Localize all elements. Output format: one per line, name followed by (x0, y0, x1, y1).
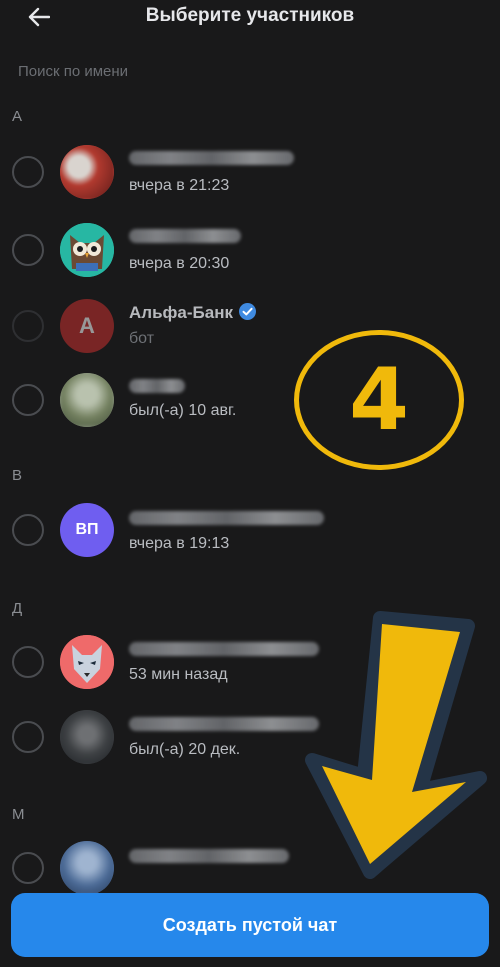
select-radio[interactable] (12, 384, 44, 416)
contact-name (129, 641, 319, 661)
contact-status: вчера в 20:30 (129, 255, 230, 272)
wolf-icon (60, 635, 114, 689)
step-number-badge: 4 (294, 330, 464, 470)
contact-name (129, 510, 324, 530)
search-input[interactable]: Поиск по имени (18, 60, 478, 84)
avatar-letter: А (79, 313, 95, 338)
step-number: 4 (349, 350, 409, 450)
section-header-d: Д (12, 600, 23, 617)
avatar (60, 145, 114, 199)
select-radio[interactable] (12, 514, 44, 546)
select-radio[interactable] (12, 156, 44, 188)
avatar: А (60, 299, 114, 353)
avatar: ВП (60, 503, 114, 557)
contact-name (129, 716, 319, 736)
contact-row[interactable]: ВП вчера в 19:13 (0, 494, 500, 566)
avatar (60, 841, 114, 895)
header: Выберите участников (0, 0, 500, 36)
avatar (60, 373, 114, 427)
section-header-m: М (12, 806, 25, 823)
verified-icon (238, 303, 256, 320)
select-radio (12, 310, 44, 342)
contact-status: вчера в 19:13 (129, 535, 230, 552)
contact-status: был(-а) 20 дек. (129, 741, 241, 758)
owl-icon (60, 223, 114, 277)
select-radio[interactable] (12, 234, 44, 266)
section-header-v: В (12, 467, 23, 484)
avatar (60, 635, 114, 689)
contact-name-text: Альфа-Банк (129, 303, 233, 322)
select-radio[interactable] (12, 646, 44, 678)
contact-row[interactable]: вчера в 21:23 (0, 136, 500, 208)
contact-row[interactable]: вчера в 20:30 (0, 214, 500, 286)
contact-status: бот (129, 330, 155, 347)
contact-name (129, 150, 294, 170)
contact-status: 53 мин назад (129, 666, 228, 683)
section-header-a: А (12, 108, 23, 125)
contact-name (129, 378, 185, 398)
contact-status: был(-а) 10 авг. (129, 402, 237, 419)
arrow-down-icon (305, 611, 487, 879)
page-title: Выберите участников (145, 5, 355, 26)
select-radio[interactable] (12, 721, 44, 753)
avatar (60, 223, 114, 277)
contact-status: вчера в 21:23 (129, 177, 230, 194)
create-empty-chat-button[interactable]: Создать пустой чат (11, 893, 489, 957)
contact-name: Альфа-Банк (129, 303, 256, 323)
contact-name (129, 848, 289, 868)
avatar-initials: ВП (75, 521, 99, 538)
avatar (60, 710, 114, 764)
select-radio[interactable] (12, 852, 44, 884)
contact-name (129, 228, 241, 248)
